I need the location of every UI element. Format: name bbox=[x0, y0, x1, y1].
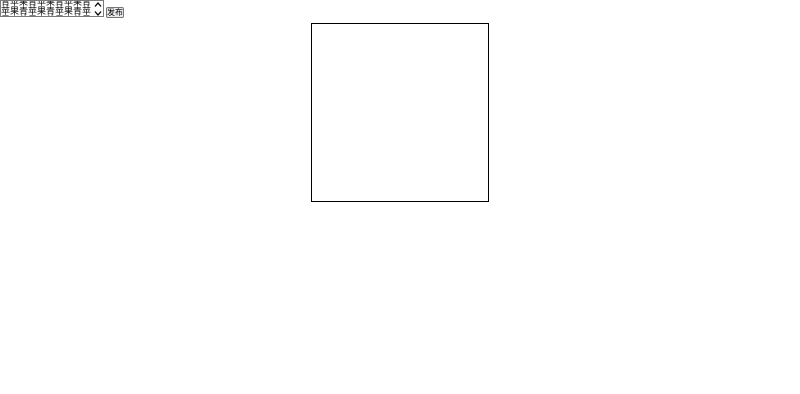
text-input-scrollbar[interactable] bbox=[93, 1, 103, 17]
chevron-up-icon[interactable] bbox=[94, 1, 102, 8]
publish-button[interactable]: 发布 bbox=[106, 7, 124, 18]
drawing-canvas[interactable] bbox=[311, 23, 489, 202]
text-input-content[interactable]: 青苹果青苹果青苹果青苹果青苹果青苹果青苹果青苹果青苹果青苹果 bbox=[1, 1, 94, 16]
page: 青苹果青苹果青苹果青苹果青苹果青苹果青苹果青苹果青苹果青苹果 发布 bbox=[0, 0, 800, 394]
text-input-area[interactable]: 青苹果青苹果青苹果青苹果青苹果青苹果青苹果青苹果青苹果青苹果 bbox=[0, 0, 104, 17]
chevron-down-icon[interactable] bbox=[94, 10, 102, 17]
